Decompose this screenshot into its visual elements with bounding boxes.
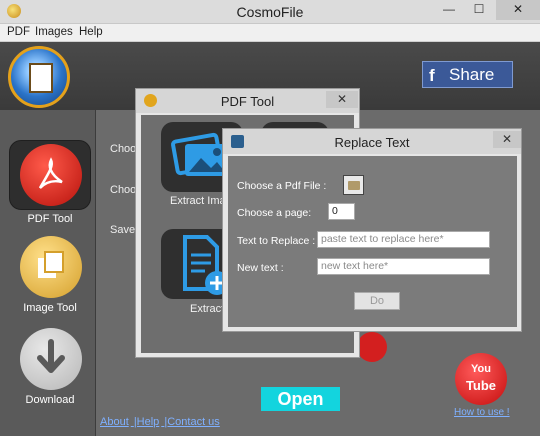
title-bar: CosmoFile — ☐ ✕ bbox=[0, 0, 540, 24]
replace-text-title: Replace Text bbox=[334, 135, 410, 150]
left-sidebar: PDF Tool Image Tool Download bbox=[0, 110, 96, 436]
facebook-icon: f bbox=[429, 66, 435, 85]
sidebar-item-label: PDF Tool bbox=[27, 213, 73, 225]
menu-images[interactable]: Images bbox=[35, 26, 73, 38]
page-input[interactable]: 0 bbox=[328, 203, 355, 220]
menu-help[interactable]: Help bbox=[79, 26, 103, 38]
browse-file-button[interactable] bbox=[343, 175, 364, 195]
menu-bar: PDF Images Help bbox=[0, 24, 540, 42]
new-text-input[interactable]: new text here* bbox=[317, 258, 490, 275]
footer-links: About |Help |Contact us bbox=[100, 416, 222, 428]
youtube-icon[interactable]: You Tube bbox=[455, 353, 507, 405]
replace-text-titlebar: Replace Text ✕ bbox=[223, 129, 521, 154]
replace-text-dialog: Replace Text ✕ Choose a Pdf File : Choos… bbox=[222, 128, 522, 332]
sidebar-item-label: Image Tool bbox=[23, 302, 77, 314]
contact-link[interactable]: |Contact us bbox=[164, 416, 219, 428]
do-button[interactable]: Do bbox=[354, 292, 400, 310]
pdf-file-label: Choose a Pdf File : bbox=[237, 180, 327, 192]
how-to-use-link[interactable]: How to use ! bbox=[454, 407, 510, 418]
about-link[interactable]: About bbox=[100, 416, 129, 428]
minimize-button[interactable]: — bbox=[436, 0, 462, 20]
document-icon bbox=[29, 63, 53, 93]
replace-text-body: Choose a Pdf File : Choose a page: 0 Tex… bbox=[228, 156, 517, 327]
open-button[interactable]: Open bbox=[261, 387, 340, 411]
sidebar-item-label: Download bbox=[25, 394, 75, 406]
help-link[interactable]: |Help bbox=[134, 416, 159, 428]
page-label: Choose a page: bbox=[237, 207, 312, 219]
download-icon bbox=[20, 328, 82, 390]
image-tool-icon bbox=[20, 236, 82, 298]
choose-label-1: Choo bbox=[110, 143, 137, 155]
facebook-share-button[interactable]: f Share bbox=[422, 61, 513, 88]
replace-label: Text to Replace : bbox=[237, 235, 316, 247]
choose-label-2: Choo bbox=[110, 184, 137, 196]
text-to-replace-input[interactable]: paste text to replace here* bbox=[317, 231, 490, 248]
folder-icon bbox=[348, 181, 360, 190]
extract-label: Extract bbox=[190, 303, 225, 315]
pdf-tool-titlebar: PDF Tool ✕ bbox=[136, 89, 359, 113]
red-circle-icon bbox=[357, 332, 387, 362]
close-button[interactable]: ✕ bbox=[496, 0, 540, 20]
maximize-button[interactable]: ☐ bbox=[466, 0, 492, 20]
cosmofile-logo bbox=[8, 46, 70, 108]
extract-images-label: Extract Ima bbox=[170, 195, 226, 207]
menu-pdf[interactable]: PDF bbox=[7, 26, 30, 38]
pdf-icon bbox=[20, 144, 82, 206]
new-text-label: New text : bbox=[237, 262, 284, 274]
save-label: Save bbox=[110, 224, 136, 236]
pdf-tool-close-button[interactable]: ✕ bbox=[326, 91, 358, 108]
replace-text-close-button[interactable]: ✕ bbox=[493, 131, 521, 148]
share-label: Share bbox=[449, 65, 495, 84]
